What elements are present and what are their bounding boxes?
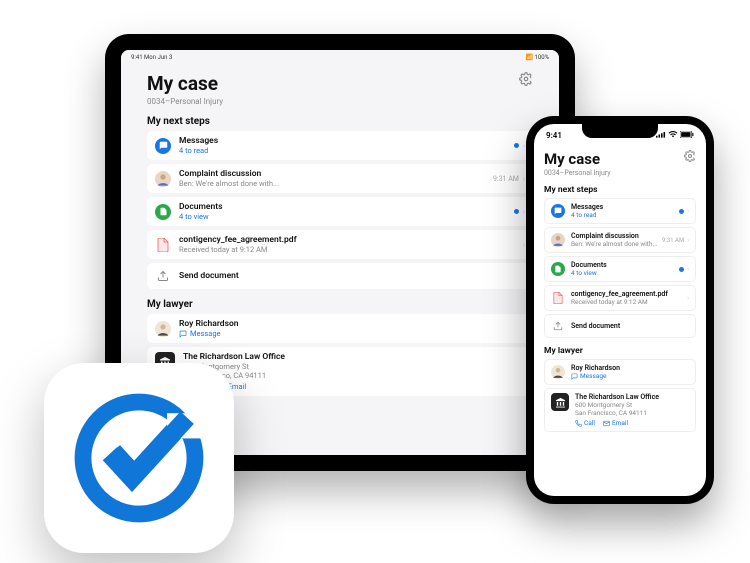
ben-avatar [551,233,565,247]
lawyer-name: Roy Richardson [571,364,689,372]
lawyer-name: Roy Richardson [179,319,525,329]
section-my-lawyer-title: My lawyer [147,299,533,310]
status-left: 9:41 Mon Jun 3 [131,54,172,61]
section-next-steps-title: My next steps [544,185,696,195]
pdf-subtitle: Received today at 9:12 AM [571,298,687,306]
law-office-row[interactable]: The Richardson Law Office 600 Montgomery… [544,388,696,432]
call-office-button[interactable]: Call [575,419,595,427]
unread-dot-icon [514,209,519,214]
section-next-steps-title: My next steps [147,116,533,127]
documents-title: Documents [571,261,679,269]
message-lawyer-button[interactable]: Message [571,372,689,380]
complaint-row[interactable]: Complaint discussion Ben: We're almost d… [147,164,533,193]
chevron-right-icon: › [523,175,525,183]
page-title: My case [544,150,611,168]
page-subtitle: 0034–Personal Injury [544,169,611,177]
office-name: The Richardson Law Office [183,352,525,362]
signal-icon [656,131,666,138]
status-right: 📶 100% [526,54,549,61]
clio-check-icon [69,388,209,528]
message-lawyer-button[interactable]: Message [179,329,525,338]
messages-subtitle: 4 to read [571,211,679,219]
messages-row[interactable]: Messages4 to read › [544,198,696,224]
status-indicators [656,131,694,140]
settings-icon[interactable] [519,72,533,86]
settings-icon[interactable] [684,150,696,162]
send-document-row[interactable]: Send document [544,314,696,338]
messages-title: Messages [179,136,514,146]
office-name: The Richardson Law Office [575,393,689,401]
page-title: My case [147,72,223,95]
roy-avatar [155,321,171,337]
phone-notch [582,124,658,138]
page-header: My case 0034–Personal Injury [544,150,696,177]
unread-dot-icon [679,209,684,214]
complaint-subtitle: Ben: We're almost done with... [179,179,493,188]
messages-icon [155,138,171,154]
send-document-title: Send document [179,271,525,281]
documents-title: Documents [179,202,514,212]
documents-icon [551,262,565,276]
send-document-title: Send document [571,322,689,330]
pdf-title: contigency_fee_agreement.pdf [179,235,523,245]
documents-row[interactable]: Documents4 to view › [544,256,696,282]
pdf-file-icon [551,291,565,305]
page-header: My case 0034–Personal Injury [147,72,533,106]
complaint-title: Complaint discussion [571,232,662,240]
phone-content: My case 0034–Personal Injury My next ste… [534,146,706,496]
pdf-title: contigency_fee_agreement.pdf [571,290,687,298]
law-office-icon [551,393,569,411]
office-addr2: San Francisco, CA 94111 [183,371,525,380]
phone-device: 9:41 My case 0034–Personal Injury My nex… [526,116,714,504]
unread-dot-icon [679,267,684,272]
complaint-title: Complaint discussion [179,169,493,179]
office-addr2: San Francisco, CA 94111 [575,409,689,417]
pdf-row[interactable]: contigency_fee_agreement.pdfReceived tod… [544,285,696,311]
phone-screen: 9:41 My case 0034–Personal Injury My nex… [534,124,706,496]
upload-icon [155,268,171,284]
chevron-right-icon: › [687,295,689,302]
office-addr1: 600 Montgomery St [183,362,525,371]
chevron-right-icon: › [523,208,525,216]
battery-icon [680,131,694,138]
pdf-row[interactable]: contigency_fee_agreement.pdf Received to… [147,230,533,259]
wifi-icon [668,131,678,138]
section-my-lawyer-title: My lawyer [544,346,696,356]
upload-icon [551,319,565,333]
complaint-time: 9:31 AM [493,175,519,183]
office-addr1: 600 Montgomery St [575,401,689,409]
send-document-row[interactable]: Send document [147,263,533,289]
messages-icon [551,204,565,218]
pdf-subtitle: Received today at 9:12 AM [179,245,523,254]
status-time: 9:41 [546,131,562,140]
email-office-button[interactable]: Email [603,419,628,427]
chevron-right-icon: › [687,208,689,215]
documents-subtitle: 4 to view [571,269,679,277]
chevron-right-icon: › [523,241,525,249]
chevron-right-icon: › [523,142,525,150]
tablet-status-bar: 9:41 Mon Jun 3 📶 100% [121,50,559,64]
ben-avatar [155,171,171,187]
app-launcher-icon [44,363,234,553]
complaint-subtitle: Ben: We're almost done with... [571,240,662,248]
chevron-right-icon: › [687,237,689,244]
page-subtitle: 0034–Personal Injury [147,97,223,106]
roy-avatar [551,365,565,379]
documents-row[interactable]: Documents 4 to view › [147,197,533,226]
pdf-file-icon [155,237,171,253]
unread-dot-icon [514,143,519,148]
messages-title: Messages [571,203,679,211]
lawyer-row[interactable]: Roy Richardson Message [544,359,696,385]
messages-subtitle: 4 to read [179,146,514,155]
chevron-right-icon: › [687,266,689,273]
documents-subtitle: 4 to view [179,212,514,221]
complaint-row[interactable]: Complaint discussionBen: We're almost do… [544,227,696,253]
lawyer-row[interactable]: Roy Richardson Message [147,314,533,343]
complaint-time: 9:31 AM [662,237,684,244]
documents-icon [155,204,171,220]
messages-row[interactable]: Messages 4 to read › [147,131,533,160]
